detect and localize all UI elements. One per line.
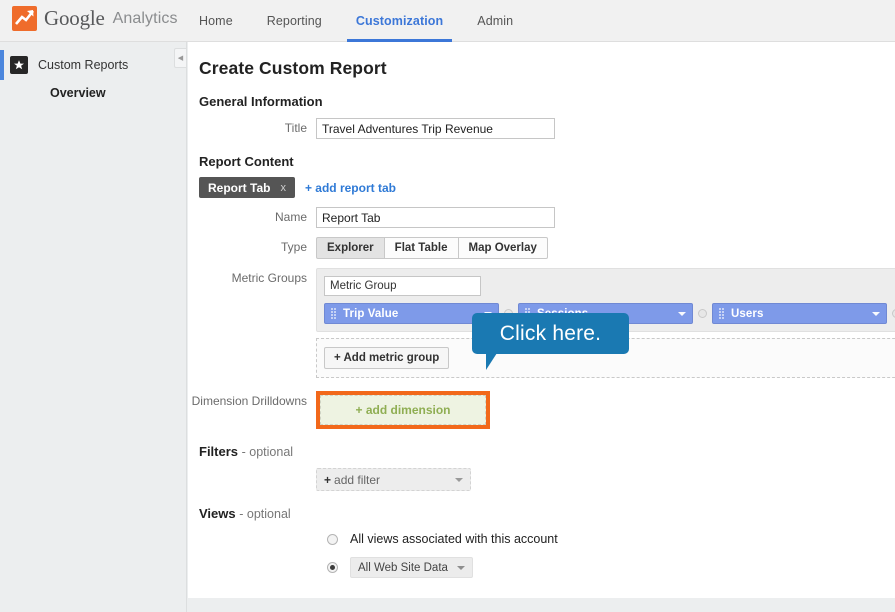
chevron-down-icon[interactable]	[678, 311, 686, 316]
nav-tab-home[interactable]: Home	[182, 0, 250, 42]
type-option-map-overlay[interactable]: Map Overlay	[458, 237, 548, 259]
dimension-highlight-box: + add dimension	[316, 391, 490, 429]
dimension-drilldowns-label: Dimension Drilldowns	[191, 394, 307, 408]
metric-chip-label: Users	[731, 307, 764, 320]
radio-all-views-label: All views associated with this account	[350, 532, 558, 546]
sidebar-item-label: Custom Reports	[38, 58, 129, 72]
type-segmented-control: Explorer Flat Table Map Overlay	[316, 237, 548, 259]
chevron-down-icon[interactable]	[455, 477, 463, 482]
metric-chip-users[interactable]: Users	[712, 303, 887, 324]
radio-specific-view[interactable]	[327, 562, 338, 573]
section-filters: Filters - optional	[188, 429, 895, 459]
chevron-left-icon[interactable]: ◀	[174, 48, 186, 68]
title-label: Title	[284, 121, 307, 135]
callout-tail	[486, 353, 497, 370]
add-filter-label: add filter	[334, 472, 381, 487]
title-field-row: Title	[188, 118, 895, 139]
google-analytics-logo[interactable]: Google Analytics	[12, 6, 178, 31]
report-tab-row: Report Tab x + add report tab	[188, 177, 895, 198]
logo-product-text: Analytics	[112, 9, 178, 27]
section-report-content: Report Content	[199, 154, 294, 169]
name-input[interactable]	[316, 207, 555, 228]
section-views: Views - optional	[188, 491, 895, 521]
sidebar: Custom Reports Overview ◀	[0, 42, 187, 612]
nav-tab-customization[interactable]: Customization	[339, 0, 460, 42]
add-report-tab-link[interactable]: + add report tab	[305, 181, 396, 195]
top-bar: Google Analytics Home Reporting Customiz…	[0, 0, 895, 42]
add-filter-row: + add filter	[188, 468, 895, 491]
title-input[interactable]	[316, 118, 555, 139]
sidebar-item-overview[interactable]: Overview	[0, 80, 186, 106]
sidebar-item-custom-reports[interactable]: Custom Reports	[0, 50, 186, 80]
nav-tab-admin[interactable]: Admin	[460, 0, 530, 42]
views-heading: Views	[199, 506, 236, 521]
drag-handle-icon[interactable]	[331, 308, 336, 319]
dimension-drilldowns-field-row: Dimension Drilldowns + add dimension	[188, 391, 895, 429]
name-field-row: Name	[188, 207, 895, 228]
views-optional-note: - optional	[239, 507, 291, 521]
page-title: Create Custom Report	[199, 58, 387, 78]
report-tab-chip-label: Report Tab	[208, 180, 271, 195]
add-metric-group-button[interactable]: + Add metric group	[324, 347, 450, 369]
click-here-callout: Click here.	[472, 313, 629, 370]
metric-chip-label: Trip Value	[343, 307, 399, 320]
report-tab-chip[interactable]: Report Tab x	[199, 177, 295, 198]
chevron-down-icon[interactable]	[872, 311, 880, 316]
view-select-value: All Web Site Data	[358, 561, 448, 574]
add-filter-button[interactable]: + add filter	[316, 468, 471, 491]
analytics-bar-chart-icon	[12, 6, 37, 31]
close-icon[interactable]: x	[280, 182, 286, 194]
add-dimension-button[interactable]: + add dimension	[320, 395, 486, 425]
callout-text: Click here.	[499, 321, 602, 345]
remove-metric-icon[interactable]	[698, 309, 707, 318]
type-label: Type	[280, 240, 307, 254]
name-label: Name	[274, 210, 307, 224]
view-select-dropdown[interactable]: All Web Site Data	[350, 557, 473, 578]
type-field-row: Type Explorer Flat Table Map Overlay	[188, 237, 895, 259]
logo-brand-text: Google	[44, 6, 105, 30]
metric-group-name-input[interactable]	[324, 276, 481, 296]
top-navigation: Home Reporting Customization Admin	[182, 0, 530, 42]
section-general-information: General Information	[199, 94, 323, 109]
radio-all-views[interactable]	[327, 533, 338, 545]
star-badge-icon	[10, 56, 28, 74]
views-option-all-row[interactable]: All views associated with this account	[188, 532, 895, 546]
filters-heading: Filters	[199, 444, 239, 459]
views-option-specific-row[interactable]: All Web Site Data	[188, 557, 895, 578]
drag-handle-icon[interactable]	[719, 308, 724, 319]
chevron-down-icon[interactable]	[456, 565, 465, 570]
filters-optional-note: - optional	[241, 445, 294, 459]
type-option-flat-table[interactable]: Flat Table	[384, 237, 459, 259]
type-option-explorer[interactable]: Explorer	[316, 237, 385, 259]
add-filter-plus: +	[324, 472, 332, 487]
nav-tab-reporting[interactable]: Reporting	[250, 0, 339, 42]
metric-groups-label: Metric Groups	[231, 271, 307, 285]
